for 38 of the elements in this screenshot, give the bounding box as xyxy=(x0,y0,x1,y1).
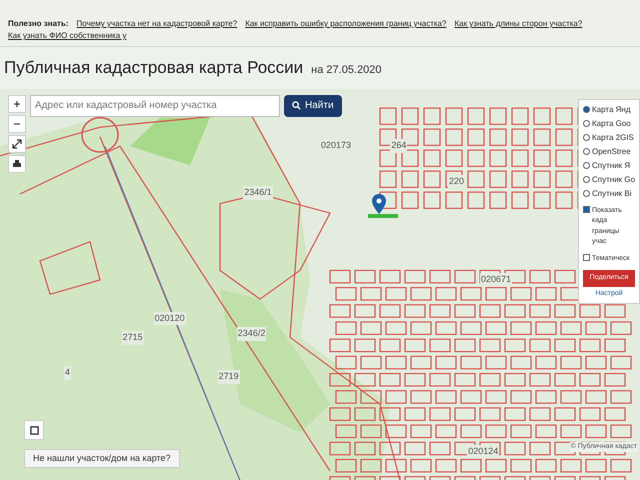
help-link[interactable]: Как узнать длины сторон участка? xyxy=(454,18,582,30)
search-button[interactable]: Найти xyxy=(284,94,342,116)
help-link[interactable]: Как исправить ошибку расположения границ участка? xyxy=(245,18,446,30)
map-layer-option[interactable]: Спутник Bi xyxy=(583,188,635,200)
location-pin-icon xyxy=(372,194,386,214)
map-label: 264 xyxy=(390,139,408,153)
zoom-out-button[interactable]: − xyxy=(8,114,26,132)
printer-icon xyxy=(12,158,22,168)
print-button[interactable] xyxy=(8,154,26,172)
info-label: Полезно знать: xyxy=(8,18,69,30)
help-link[interactable]: Как узнать ФИО собственника у xyxy=(8,30,126,42)
map-layer-option[interactable]: Спутник Я xyxy=(583,160,635,172)
square-icon xyxy=(30,426,38,434)
map-label: 2719 xyxy=(218,370,240,384)
expand-arrow-icon xyxy=(12,138,22,148)
address-search-field[interactable]: Адрес или кадастровый номер участка xyxy=(30,94,280,116)
map-layer-option[interactable]: OpenStree xyxy=(583,146,635,158)
map-layer-option[interactable]: Карта 2GIS xyxy=(583,132,635,144)
map-label: 020671 xyxy=(480,272,512,286)
map-layer-option[interactable]: Карта Янд xyxy=(583,104,635,116)
map-layer-option[interactable]: Карта Goo xyxy=(583,118,635,130)
map-layer-option[interactable]: Спутник Go xyxy=(583,174,635,186)
map-label: 220 xyxy=(448,174,466,188)
layers-toggle-button[interactable] xyxy=(24,420,44,440)
map-label: 2346/1 xyxy=(243,186,273,200)
map-label: 2715 xyxy=(122,331,144,345)
help-link[interactable]: Почему участка нет на кадастровой карте? xyxy=(76,18,238,30)
page-title: Публичная кадастровая карта России xyxy=(4,57,304,79)
map-label: 4 xyxy=(64,366,72,380)
map-label: 020124 xyxy=(467,444,500,458)
fullscreen-button[interactable] xyxy=(8,134,26,152)
search-icon xyxy=(292,101,301,110)
not-found-button[interactable]: Не нашли участок/дом на карте? xyxy=(24,448,180,468)
date-label: на 27.05.2020 xyxy=(311,63,382,78)
zoom-in-button[interactable]: + xyxy=(8,94,26,112)
map-label: 020120 xyxy=(154,312,186,326)
map-label: 2346/2 xyxy=(236,327,266,341)
selected-plot xyxy=(368,214,398,218)
